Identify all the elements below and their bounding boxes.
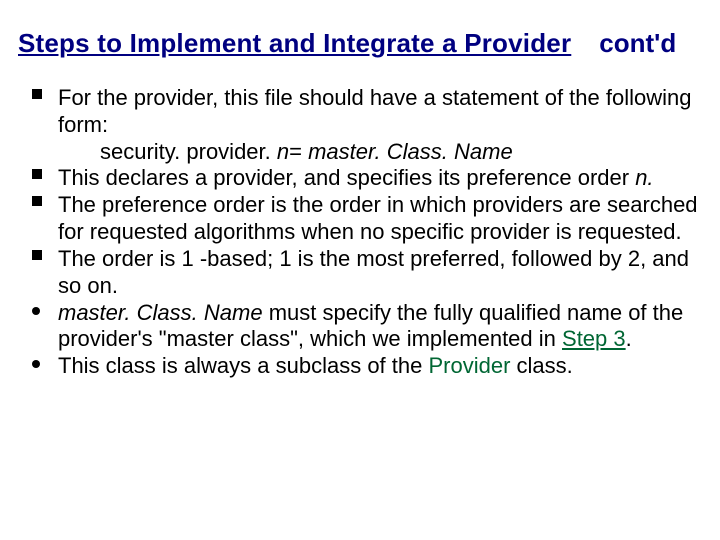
bullet-text: The order is 1 -based; 1 is the most pre… [58,246,689,298]
bullet-text: This class is always a subclass of the [58,353,428,378]
list-item: This class is always a subclass of the P… [32,353,702,380]
bullet-text: . [626,326,632,351]
title-contd: cont'd [599,28,676,59]
list-item: This declares a provider, and specifies … [32,165,702,192]
master-class-name: master. Class. Name [58,300,263,325]
square-bullet-icon [32,169,42,179]
code-line: security. provider. n= master. Class. Na… [58,139,702,166]
list-item: The preference order is the order in whi… [32,192,702,246]
provider-class: Provider [428,353,510,378]
round-bullet-icon [32,360,40,368]
list-item: For the provider, this file should have … [32,85,702,165]
round-bullet-icon [32,307,40,315]
bullet-list: For the provider, this file should have … [12,85,710,380]
list-item: The order is 1 -based; 1 is the most pre… [32,246,702,300]
code-text: = [289,139,308,164]
page-title: Steps to Implement and Integrate a Provi… [18,28,571,59]
bullet-text: class. [510,353,572,378]
square-bullet-icon [32,89,42,99]
square-bullet-icon [32,196,42,206]
slide-root: Steps to Implement and Integrate a Provi… [0,0,720,540]
title-row: Steps to Implement and Integrate a Provi… [12,28,710,59]
var-n: n. [635,165,653,190]
list-item: master. Class. Name must specify the ful… [32,300,702,354]
bullet-text: This declares a provider, and specifies … [58,165,635,190]
square-bullet-icon [32,250,42,260]
bullet-text: The preference order is the order in whi… [58,192,698,244]
bullet-text: For the provider, this file should have … [58,85,691,137]
code-text: security. provider. [100,139,277,164]
step-3-link[interactable]: Step 3 [562,326,626,351]
code-var-n: n [277,139,289,164]
code-master: master. Class. Name [308,139,513,164]
